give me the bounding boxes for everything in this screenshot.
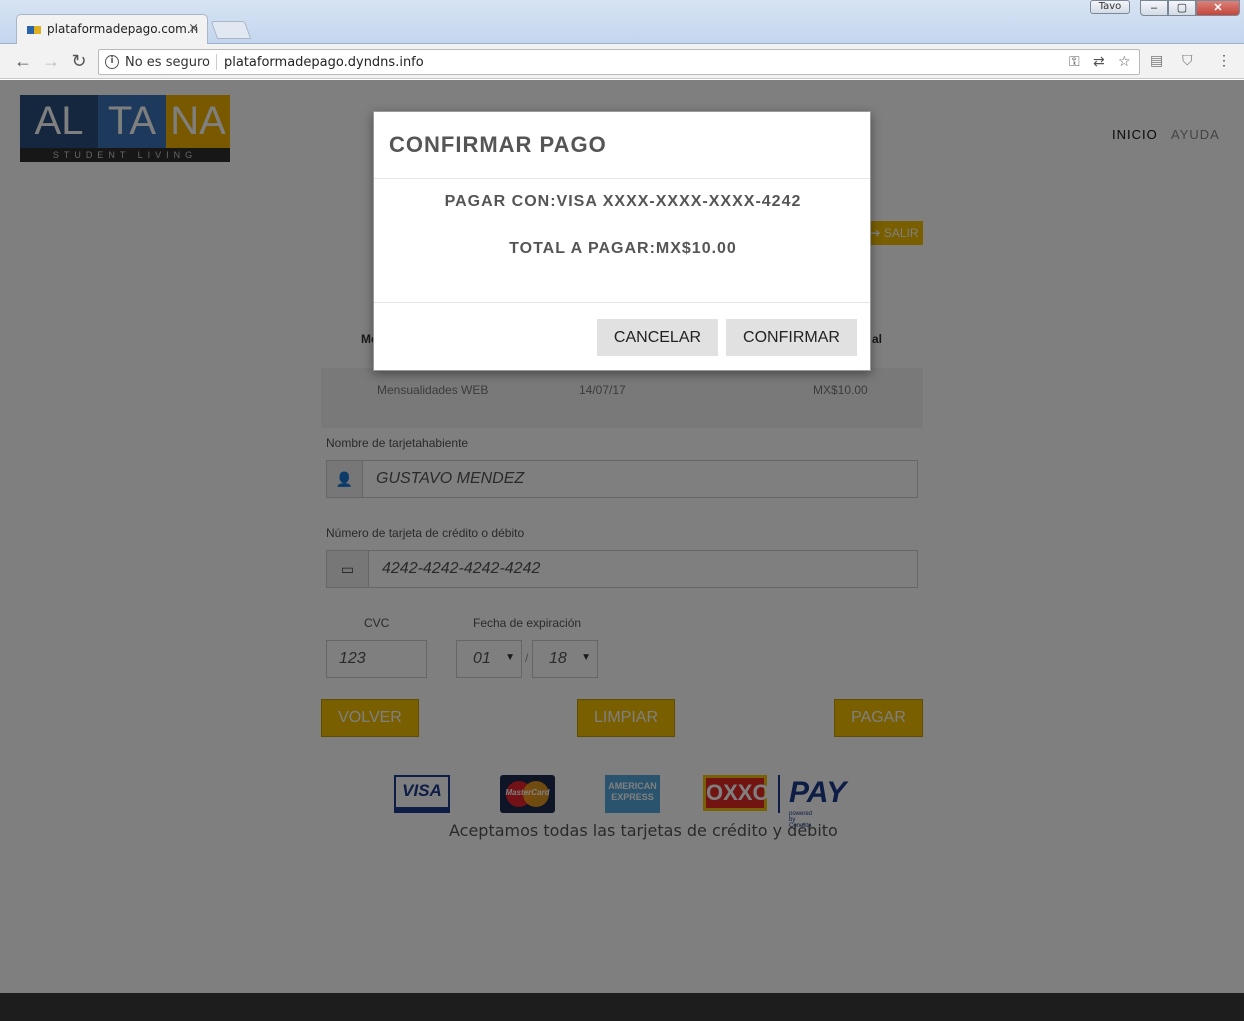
tab-title: plataformadepago.com.n xyxy=(47,22,199,36)
modal-body: PAGAR CON:VISA XXXX-XXXX-XXXX-4242 TOTAL… xyxy=(374,179,870,303)
key-icon[interactable]: ⚿ xyxy=(1069,54,1080,70)
cancelar-button[interactable]: CANCELAR xyxy=(597,319,718,356)
address-bar[interactable]: i No es seguro plataformadepago.dyndns.i… xyxy=(98,49,1140,75)
modal-title: CONFIRMAR PAGO xyxy=(389,132,607,157)
shield-extension-icon[interactable]: ⛉ xyxy=(1182,52,1193,69)
omnibox-separator xyxy=(216,54,217,70)
modal-pay-with: PAGAR CON:VISA XXXX-XXXX-XXXX-4242 xyxy=(444,193,802,210)
forward-arrow-icon[interactable]: → xyxy=(40,50,62,72)
modal-total: TOTAL A PAGAR:MX$10.00 xyxy=(509,240,737,257)
browser-toolbar: ← → ↻ i No es seguro plataformadepago.dy… xyxy=(0,44,1244,79)
menu-dots-icon[interactable]: ⋮ xyxy=(1217,52,1231,69)
pdf-extension-icon[interactable]: ▤ xyxy=(1150,52,1163,69)
window-maximize-button[interactable]: ▢ xyxy=(1168,0,1196,16)
back-arrow-icon[interactable]: ← xyxy=(12,50,34,72)
window-minimize-button[interactable]: – xyxy=(1140,0,1168,16)
url-text[interactable]: plataformadepago.dyndns.info xyxy=(224,55,424,70)
translate-icon[interactable]: ⇄ xyxy=(1093,54,1105,70)
browser-tab[interactable]: plataformadepago.com.n × xyxy=(16,14,208,44)
tab-close-icon[interactable]: × xyxy=(188,21,199,36)
security-status[interactable]: No es seguro xyxy=(125,55,210,70)
profile-badge[interactable]: Tavo xyxy=(1090,0,1130,14)
window-close-button[interactable]: ✕ xyxy=(1196,0,1240,16)
reload-icon[interactable]: ↻ xyxy=(68,50,90,72)
bookmark-star-icon[interactable]: ☆ xyxy=(1118,54,1131,70)
confirm-payment-modal: CONFIRMAR PAGO PAGAR CON:VISA XXXX-XXXX-… xyxy=(373,111,871,371)
browser-titlebar: plataformadepago.com.n × Tavo – ▢ ✕ xyxy=(0,0,1244,44)
new-tab-button[interactable] xyxy=(210,21,252,39)
site-favicon-icon xyxy=(27,25,41,34)
modal-header: CONFIRMAR PAGO xyxy=(374,112,870,179)
info-icon[interactable]: i xyxy=(105,55,119,69)
confirmar-button[interactable]: CONFIRMAR xyxy=(726,319,857,356)
